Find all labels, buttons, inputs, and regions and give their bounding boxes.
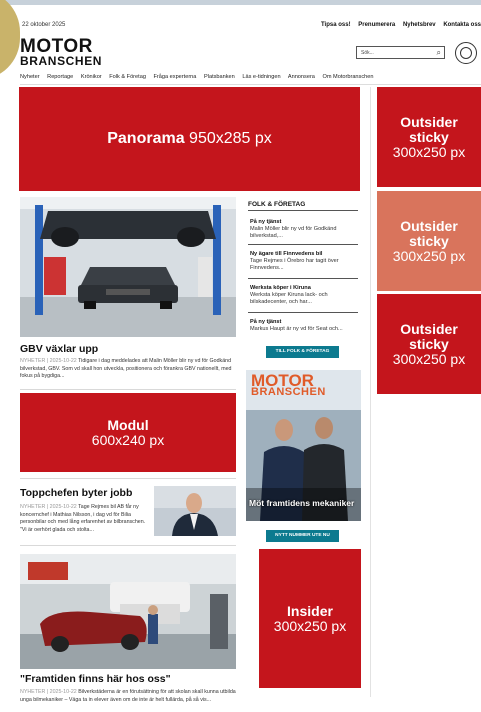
outsider-ad-line1: Outsider [400,217,458,234]
outsider-ad-size: 300x250 px [392,143,466,160]
new-issue-button[interactable]: NYTT NUMMER UTE NU [266,530,339,542]
column-divider [370,87,371,697]
tips-link[interactable]: Tipsa oss! [321,22,351,28]
search-icon[interactable]: ⌕ [437,48,441,57]
utility-links: Tipsa oss! Prenumerera Nyhetsbrev Kontak… [315,22,481,28]
insider-ad[interactable]: Insider 300x250 px [259,549,361,688]
modul-ad-title: Modul [107,416,149,433]
article-summary: NYHETER | 2025-10-22 Bilverkstäderna är … [20,689,236,704]
article-title[interactable]: "Framtiden finns här hos oss" [20,673,171,685]
folk-foretag-item[interactable]: På ny tjänst Malin Möller blir ny vd för… [250,219,358,239]
nav-divider [20,84,481,85]
nav-item-folk-foretag[interactable]: Folk & Företag [109,74,146,80]
search-placeholder: Sök... [361,50,374,56]
magazine-cover[interactable]: MOTOR BRANSCHEN Möt framtidens mekaniker [246,370,361,521]
logo-line-1: MOTOR [20,36,93,57]
newsletter-link[interactable]: Nyhetsbrev [403,22,436,28]
item-text: Tage Rejmes i Örebro har tagit över Finn… [250,257,339,271]
outsider-ad-line1: Outsider [400,113,458,130]
outsider-ad-size: 300x250 px [392,350,466,367]
modul-ad-size: 600x240 px [91,431,165,448]
nav-item-annonsera[interactable]: Annonsera [288,74,315,80]
subscribe-link[interactable]: Prenumerera [358,22,395,28]
folk-foretag-item[interactable]: Ny ägare till Finnvedens bil Tage Rejmes… [250,251,358,271]
folk-foretag-button[interactable]: TILL FOLK & FÖRETAG [266,346,339,358]
magazine-logo-line2: BRANSCHEN [251,386,326,399]
article-image-workshop[interactable] [20,197,236,337]
article-thumbnail-portrait[interactable] [154,486,236,536]
item-text: Markus Haupt är ny vd för Seat och... [250,325,343,332]
folk-foretag-item[interactable]: På ny tjänst Markus Haupt är ny vd för S… [250,319,358,333]
nav-item-platsbanken[interactable]: Platsbanken [204,74,235,80]
article-divider [20,389,236,390]
item-heading: På ny tjänst [250,319,282,325]
panorama-ad-size: 950x285 px [189,130,272,147]
panorama-ad[interactable]: Panorama 950x285 px [19,87,360,191]
article-divider [20,478,236,479]
outsider-sticky-ad-2[interactable]: Outsider sticky 300x250 px [377,191,481,291]
workshop-photo [20,197,236,337]
magazine-headline: Möt framtidens mekaniker [249,498,355,508]
outsider-sticky-ad-3[interactable]: Outsider sticky 300x250 px [377,294,481,394]
outsider-sticky-ad-1[interactable]: Outsider sticky 300x250 px [377,87,481,187]
nav-item-reportage[interactable]: Reportage [47,74,73,80]
article-image-school-workshop[interactable] [20,554,236,669]
article-summary: NYHETER | 2025-10-22 Tidigare i dag medd… [20,358,236,381]
panorama-ad-title: Panorama [107,130,185,147]
item-heading: Ny ägare till Finnvedens bil [250,251,323,257]
article-meta: NYHETER | 2025-10-22 [20,504,77,510]
item-text: Malin Möller blir ny vd för Godkänd bilv… [250,225,337,239]
item-divider [248,278,358,279]
portrait-photo [154,486,236,536]
contact-link[interactable]: Kontakta oss [443,22,481,28]
outsider-ad-line2: sticky [409,232,449,249]
outsider-ad-line2: sticky [409,335,449,352]
article-title[interactable]: Toppchefen byter jobb [20,487,132,499]
top-accent-bar [0,0,481,5]
emblem-icon [455,42,477,64]
article-title[interactable]: GBV växlar upp [20,343,98,355]
nav-item-kronikor[interactable]: Krönikor [81,74,102,80]
folk-foretag-heading: FOLK & FÖRETAG [248,201,306,208]
item-heading: På ny tjänst [250,219,282,225]
main-navigation: Nyheter Reportage Krönikor Folk & Företa… [20,74,379,80]
school-workshop-photo [20,554,236,669]
nav-item-nyheter[interactable]: Nyheter [20,74,40,80]
item-text: Werksta köper Kiruna lack- och bilskadec… [250,291,328,305]
decorative-shape [0,0,20,80]
site-logo[interactable]: MOTOR BRANSCHEN [20,36,103,69]
article-meta: NYHETER | 2025-10-22 [20,358,77,364]
nav-item-e-tidningen[interactable]: Läs e-tidningen [242,74,280,80]
article-divider [20,545,236,546]
outsider-ad-line1: Outsider [400,320,458,337]
item-divider [248,244,358,245]
search-input[interactable]: Sök... ⌕ [356,46,445,59]
article-summary: NYHETER | 2025-10-22 Tage Rejmes bil AB … [20,504,148,534]
item-heading: Werksta köper i Kiruna [250,285,311,291]
nav-item-om[interactable]: Om Motorbranschen [322,74,373,80]
article-meta: NYHETER | 2025-10-22 [20,689,77,695]
logo-line-2: BRANSCHEN [20,54,103,69]
modul-ad[interactable]: Modul 600x240 px [20,393,236,472]
current-date: 22 oktober 2025 [22,22,66,28]
insider-ad-size: 300x250 px [273,617,347,634]
nav-item-fraga-experterna[interactable]: Fråga experterna [154,74,197,80]
insider-ad-title: Insider [287,602,333,619]
folk-foretag-item[interactable]: Werksta köper i Kiruna Werksta köper Kir… [250,285,358,305]
item-divider [248,312,358,313]
outsider-ad-line2: sticky [409,128,449,145]
section-divider [248,210,358,211]
outsider-ad-size: 300x250 px [392,247,466,264]
magazine-logo: MOTOR BRANSCHEN [251,372,326,399]
